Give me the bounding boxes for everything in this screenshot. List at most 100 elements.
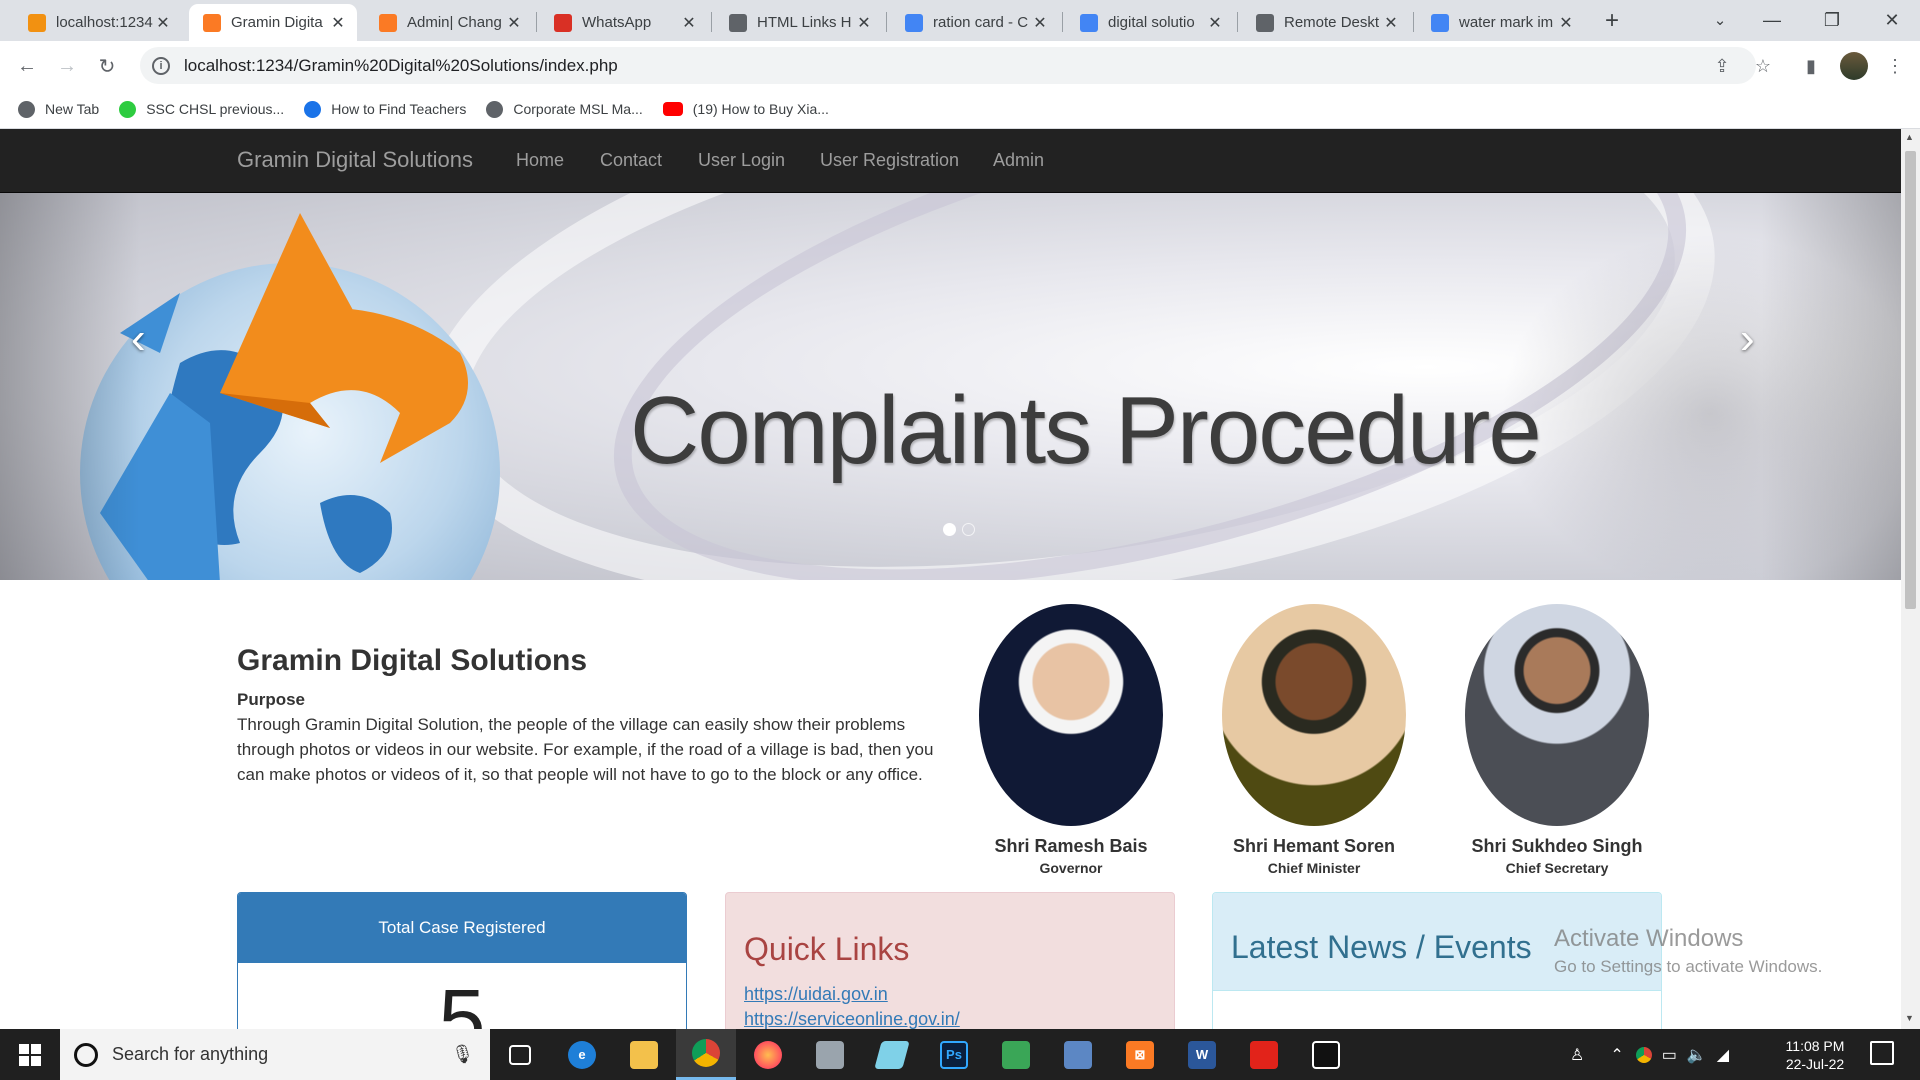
browser-tab[interactable]: ration card - C ✕ — [891, 4, 1059, 41]
site-brand[interactable]: Gramin Digital Solutions — [237, 147, 473, 173]
scroll-down-icon[interactable]: ▼ — [1905, 1013, 1914, 1023]
bookmark-item[interactable]: (19) How to Buy Xia... — [662, 101, 829, 117]
google-icon — [1080, 13, 1098, 32]
taskbar-word[interactable]: W — [1172, 1029, 1232, 1080]
browser-tab[interactable]: Gramin Digita ✕ — [189, 4, 357, 41]
taskbar-clock[interactable]: 11:08 PM 22-Jul-22 — [1760, 1037, 1870, 1073]
task-view-button[interactable] — [490, 1029, 550, 1080]
taskbar-xampp[interactable]: ⊠ — [1110, 1029, 1170, 1080]
wifi-icon[interactable]: ◢ — [1717, 1045, 1729, 1065]
carousel-indicator-active[interactable] — [943, 523, 956, 536]
site-navbar: Gramin Digital Solutions Home Contact Us… — [0, 129, 1901, 193]
browser-tab[interactable]: Remote Deskt ✕ — [1242, 4, 1410, 41]
bookmark-star-icon[interactable]: ☆ — [1752, 55, 1774, 77]
bookmark-label: How to Find Teachers — [331, 101, 467, 117]
browser-tab[interactable]: localhost:1234 ✕ — [14, 4, 182, 41]
close-window-button[interactable]: ✕ — [1866, 0, 1918, 41]
pma-icon — [28, 13, 46, 32]
browser-tab[interactable]: HTML Links H ✕ — [715, 4, 883, 41]
official-name: Shri Hemant Soren — [1232, 836, 1396, 856]
nav-home[interactable]: Home — [516, 150, 564, 171]
restore-button[interactable]: ❐ — [1806, 0, 1858, 41]
close-tab-icon[interactable]: ✕ — [505, 13, 523, 33]
nav-user-login[interactable]: User Login — [698, 150, 785, 171]
back-button[interactable]: ← — [11, 50, 43, 82]
side-panel-icon[interactable]: ▮ — [1800, 55, 1822, 77]
people-icon[interactable]: ♙ — [1570, 1045, 1584, 1065]
menu-kebab-icon[interactable]: ⋮ — [1884, 55, 1906, 77]
minimize-button[interactable]: — — [1746, 0, 1798, 41]
quick-link[interactable]: https://serviceonline.gov.in/ — [744, 1007, 1174, 1029]
close-tab-icon[interactable]: ✕ — [154, 13, 172, 33]
scroll-up-icon[interactable]: ▲ — [1905, 132, 1914, 142]
browser-tab[interactable]: WhatsApp ✕ — [540, 4, 708, 41]
bookmark-label: Corporate MSL Ma... — [513, 101, 643, 117]
bookmark-item[interactable]: SSC CHSL previous... — [119, 100, 284, 118]
carousel-indicator[interactable] — [962, 523, 975, 536]
browser-tab-strip: localhost:1234 ✕ Gramin Digita ✕ Admin| Chan… — [0, 0, 1920, 41]
taskbar-app[interactable] — [986, 1029, 1046, 1080]
search-placeholder[interactable]: Search for anything — [112, 1044, 451, 1065]
watermark-line1: Activate Windows — [1554, 925, 1744, 952]
taskbar-firefox[interactable] — [738, 1029, 798, 1080]
taskbar-app[interactable] — [1234, 1029, 1294, 1080]
carousel-prev-icon[interactable]: ‹ — [131, 314, 146, 364]
taskbar-app[interactable] — [862, 1029, 922, 1080]
nav-admin[interactable]: Admin — [993, 150, 1044, 171]
photoshop-icon: Ps — [940, 1040, 968, 1069]
start-button[interactable] — [0, 1029, 60, 1080]
youtube-icon — [662, 102, 683, 116]
share-icon[interactable]: ⇪ — [1711, 55, 1733, 77]
forward-button[interactable]: → — [51, 50, 83, 82]
taskbar-app[interactable] — [1048, 1029, 1108, 1080]
tab-title: digital solutio — [1108, 14, 1195, 31]
taskbar-photoshop[interactable]: Ps — [924, 1029, 984, 1080]
close-tab-icon[interactable]: ✕ — [1382, 13, 1400, 33]
taskbar-chrome[interactable] — [676, 1029, 736, 1080]
notification-center-icon[interactable] — [1870, 1041, 1894, 1065]
new-tab-button[interactable]: + — [1598, 8, 1626, 36]
bookmark-label: (19) How to Buy Xia... — [692, 101, 829, 117]
tab-separator — [711, 12, 712, 32]
scrollbar-thumb[interactable] — [1905, 151, 1916, 609]
nav-user-registration[interactable]: User Registration — [820, 150, 959, 171]
browser-tab[interactable]: water mark im ✕ — [1417, 4, 1585, 41]
tab-separator — [1413, 12, 1414, 32]
taskbar-edge[interactable]: e — [552, 1029, 612, 1080]
bookmark-item[interactable]: New Tab — [18, 100, 99, 118]
browser-tab[interactable]: digital solutio ✕ — [1066, 4, 1234, 41]
tab-search-icon[interactable]: ⌄ — [1706, 8, 1734, 36]
tab-title: Remote Deskt — [1284, 14, 1380, 31]
taskbar-file-explorer[interactable] — [614, 1029, 674, 1080]
taskbar-search[interactable]: Search for anything 🎙 — [60, 1029, 490, 1080]
close-tab-icon[interactable]: ✕ — [1206, 13, 1224, 33]
tab-title: water mark im — [1459, 14, 1554, 31]
quick-link[interactable]: https://uidai.gov.in — [744, 982, 1174, 1007]
taskbar-app[interactable] — [800, 1029, 860, 1080]
bookmark-item[interactable]: How to Find Teachers — [304, 100, 467, 118]
profile-avatar[interactable] — [1840, 52, 1868, 80]
close-tab-icon[interactable]: ✕ — [329, 13, 347, 33]
chevron-up-icon[interactable]: ⌃ — [1610, 1045, 1623, 1065]
battery-icon[interactable]: ▭ — [1662, 1045, 1677, 1065]
page-scrollbar[interactable]: ▲ ▼ — [1901, 129, 1920, 1029]
volume-icon[interactable]: 🔈 — [1687, 1045, 1707, 1065]
reload-button[interactable]: ↻ — [91, 50, 123, 82]
official-photo — [1465, 604, 1649, 826]
microphone-icon[interactable]: 🎙 — [451, 1044, 474, 1065]
nav-contact[interactable]: Contact — [600, 150, 662, 171]
carousel-next-icon[interactable]: › — [1740, 314, 1755, 364]
taskbar-photos[interactable] — [1296, 1029, 1356, 1080]
close-tab-icon[interactable]: ✕ — [1031, 13, 1049, 33]
close-tab-icon[interactable]: ✕ — [1557, 13, 1575, 33]
quick-links-panel: Quick Links https://uidai.gov.in https:/… — [725, 892, 1175, 1029]
panel-heading: Total Case Registered — [238, 893, 686, 963]
site-info-icon[interactable]: i — [152, 56, 170, 75]
bookmark-item[interactable]: Corporate MSL Ma... — [486, 100, 643, 118]
close-tab-icon[interactable]: ✕ — [855, 13, 873, 33]
omnibox[interactable]: i localhost:1234/Gramin%20Digital%20Solu… — [140, 47, 1756, 84]
close-tab-icon[interactable]: ✕ — [680, 13, 698, 33]
url-text[interactable]: localhost:1234/Gramin%20Digital%20Soluti… — [184, 56, 618, 76]
browser-tab[interactable]: Admin| Chang ✕ — [365, 4, 533, 41]
chrome-tray-icon[interactable] — [1635, 1046, 1652, 1063]
